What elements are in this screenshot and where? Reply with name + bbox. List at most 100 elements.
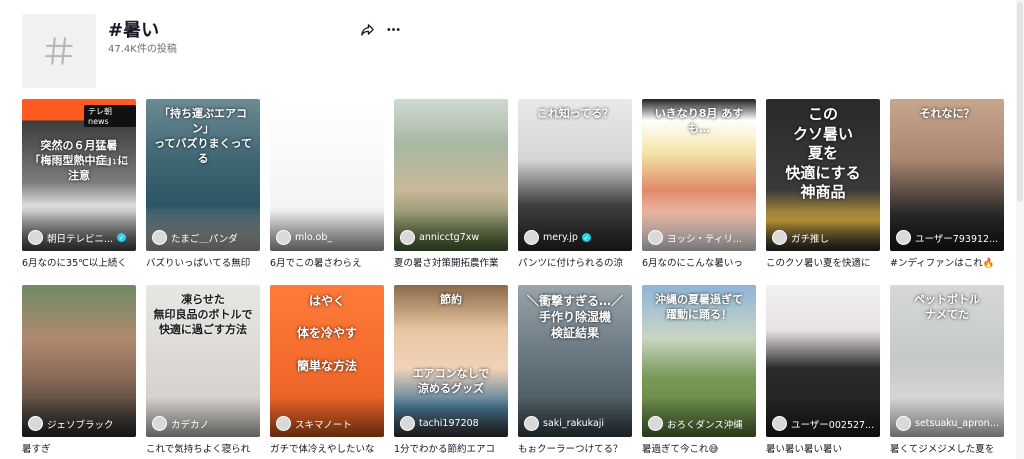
video-caption[interactable]: 6月なのに35℃以上続く (22, 255, 136, 269)
video-thumbnail[interactable]: ユーザー002527... (766, 285, 880, 437)
author-avatar[interactable] (648, 230, 663, 245)
video-caption[interactable]: 暑すぎ (22, 441, 136, 455)
video-thumbnail[interactable]: ペットボトル ナメてた setsuaku_apron_... (890, 285, 1004, 437)
author-info[interactable]: ユーザー002527... (772, 416, 876, 431)
video-thumbnail[interactable]: それなに？ ユーザー793912... (890, 99, 1004, 251)
author-name[interactable]: ユーザー793912... (915, 231, 998, 245)
author-avatar[interactable] (524, 230, 539, 245)
video-thumbnail[interactable]: annicctg7xw (394, 99, 508, 251)
author-info[interactable]: mlo.ob_ (276, 230, 380, 245)
video-thumbnail[interactable]: 「持ち運ぶエアコン」 ってバズりまくってる たまご＿パンダ (146, 99, 260, 251)
author-name[interactable]: 朝日テレビニ... (47, 231, 113, 245)
author-name[interactable]: tachi197208 (419, 418, 479, 429)
author-avatar[interactable] (28, 416, 43, 431)
video-card[interactable]: 凍らせた 無印良品のボトルで 快適に過ごす方法 カデカノこれで気持ちよく寝られ (146, 285, 260, 455)
video-card[interactable]: 「持ち運ぶエアコン」 ってバズりまくってる たまご＿パンダバズりいっぱいてる無印 (146, 99, 260, 269)
author-info[interactable]: tachi197208 (400, 416, 504, 431)
author-avatar[interactable] (28, 230, 43, 245)
author-info[interactable]: ヨッシ・ティリ... (648, 230, 752, 245)
video-caption[interactable]: これで気持ちよく寝られ (146, 441, 260, 455)
author-name[interactable]: ユーザー002527... (791, 417, 874, 431)
author-name[interactable]: ジェソブラック (47, 417, 114, 431)
author-avatar[interactable] (772, 416, 787, 431)
video-card[interactable]: annicctg7xw 夏の暑さ対策開拓農作業 (394, 99, 508, 269)
author-info[interactable]: setsuaku_apron_... (896, 416, 1000, 431)
video-card[interactable]: 節約 エアコンなしで 涼めるグッズ tachi197208 1分でわかる節約エアコ (394, 285, 508, 455)
video-thumbnail[interactable]: ＼衝撃すぎる…／ 手作り除湿機 検証結果 saki_rakukaji (518, 285, 632, 437)
author-name[interactable]: mlo.ob_ (295, 232, 332, 243)
author-avatar[interactable] (276, 416, 291, 431)
video-caption[interactable]: 6月でこの暑さわらえ (270, 255, 384, 269)
video-caption[interactable]: 暑くてジメジメした夏を (890, 441, 1004, 455)
video-card[interactable]: ＼衝撃すぎる…／ 手作り除湿機 検証結果 saki_rakukaji もぉクーラーつ… (518, 285, 632, 455)
author-avatar[interactable] (524, 416, 539, 431)
author-info[interactable]: おろくダンス沖縄 (648, 416, 752, 431)
video-card[interactable]: 沖縄の夏暑過ぎて 躍動に踊る！ おろくダンス沖縄暑過ぎて今これ😅 (642, 285, 756, 455)
video-caption[interactable]: 暑い暑い暑い暑い (766, 441, 880, 455)
author-info[interactable]: たまご＿パンダ (152, 230, 256, 245)
author-avatar[interactable] (400, 416, 415, 431)
video-caption[interactable]: 6月なのにこんな暑いっ (642, 255, 756, 269)
author-info[interactable]: ガチ推し (772, 230, 876, 245)
video-caption[interactable]: ガチで体冷えやしたいな (270, 441, 384, 455)
video-card[interactable]: これ知ってる？ mery.jp ✓ パンツに付けられるの涼 (518, 99, 632, 269)
video-card[interactable]: それなに？ ユーザー793912... #ンディファンはこれ🔥 (890, 99, 1004, 269)
video-card[interactable]: mlo.ob_ 6月でこの暑さわらえ (270, 99, 384, 269)
video-card[interactable]: ジェソブラック暑すぎ (22, 285, 136, 455)
video-caption[interactable]: もぉクーラーつけてる？ (518, 441, 632, 455)
video-thumbnail[interactable]: ジェソブラック (22, 285, 136, 437)
author-avatar[interactable] (896, 416, 911, 431)
author-avatar[interactable] (152, 416, 167, 431)
author-name[interactable]: setsuaku_apron_... (915, 418, 1000, 429)
author-name[interactable]: annicctg7xw (419, 232, 479, 243)
author-name[interactable]: ヨッシ・ティリ... (667, 231, 742, 245)
video-caption[interactable]: 暑過ぎて今これ😅 (642, 441, 756, 455)
video-thumbnail[interactable]: 節約 エアコンなしで 涼めるグッズ tachi197208 (394, 285, 508, 437)
author-name[interactable]: mery.jp (543, 232, 578, 243)
video-thumbnail[interactable]: はやく 体を冷やす 簡単な方法 スキマノート (270, 285, 384, 437)
author-info[interactable]: ジェソブラック (28, 416, 132, 431)
video-thumbnail[interactable]: いきなり8月 あすも… ヨッシ・ティリ... (642, 99, 756, 251)
video-card[interactable]: ペットボトル ナメてた setsuaku_apron_... 暑くてジメジメした夏を (890, 285, 1004, 455)
video-caption[interactable]: パンツに付けられるの涼 (518, 255, 632, 269)
author-name[interactable]: スキマノート (295, 417, 352, 431)
video-caption[interactable]: #ンディファンはこれ🔥 (890, 255, 1004, 269)
author-info[interactable]: annicctg7xw (400, 230, 504, 245)
author-info[interactable]: mery.jp ✓ (524, 230, 628, 245)
author-avatar[interactable] (896, 230, 911, 245)
video-card[interactable]: いきなり8月 あすも… ヨッシ・ティリ... 6月なのにこんな暑いっ (642, 99, 756, 269)
author-name[interactable]: たまご＿パンダ (171, 231, 238, 245)
author-info[interactable]: スキマノート (276, 416, 380, 431)
author-name[interactable]: saki_rakukaji (543, 418, 604, 429)
scrollbar-thumb[interactable] (1017, 2, 1023, 202)
video-caption[interactable]: 1分でわかる節約エアコ (394, 441, 508, 455)
author-name[interactable]: カデカノ (171, 417, 209, 431)
page-scrollbar[interactable] (1016, 0, 1024, 459)
video-thumbnail[interactable]: mlo.ob_ (270, 99, 384, 251)
video-caption[interactable]: このクソ暑い夏を快適に (766, 255, 880, 269)
video-caption[interactable]: バズりいっぱいてる無印 (146, 255, 260, 269)
author-avatar[interactable] (276, 230, 291, 245)
video-thumbnail[interactable]: 凍らせた 無印良品のボトルで 快適に過ごす方法 カデカノ (146, 285, 260, 437)
author-avatar[interactable] (772, 230, 787, 245)
author-name[interactable]: おろくダンス沖縄 (667, 417, 743, 431)
video-card[interactable]: この クソ暑い 夏を 快適にする 神商品 ガチ推しこのクソ暑い夏を快適に (766, 99, 880, 269)
more-options-button[interactable] (384, 20, 402, 38)
video-thumbnail[interactable]: 沖縄の夏暑過ぎて 躍動に踊る！ おろくダンス沖縄 (642, 285, 756, 437)
video-thumbnail[interactable]: この クソ暑い 夏を 快適にする 神商品 ガチ推し (766, 99, 880, 251)
author-info[interactable]: ユーザー793912... (896, 230, 1000, 245)
video-thumbnail[interactable]: これ知ってる？ mery.jp ✓ (518, 99, 632, 251)
video-thumbnail[interactable]: テレ朝news 6月17日 突然の６月猛暑 「梅雨型熱中症」に注意 朝日テレビニ...… (22, 99, 136, 251)
video-caption[interactable]: 夏の暑さ対策開拓農作業 (394, 255, 508, 269)
author-name[interactable]: ガチ推し (791, 231, 829, 245)
video-card[interactable]: はやく 体を冷やす 簡単な方法 スキマノートガチで体冷えやしたいな (270, 285, 384, 455)
video-card[interactable]: ユーザー002527... 暑い暑い暑い暑い (766, 285, 880, 455)
author-avatar[interactable] (152, 230, 167, 245)
author-info[interactable]: カデカノ (152, 416, 256, 431)
author-info[interactable]: saki_rakukaji (524, 416, 628, 431)
author-avatar[interactable] (400, 230, 415, 245)
author-info[interactable]: 朝日テレビニ... ✓ (28, 230, 132, 245)
share-button[interactable] (358, 20, 376, 38)
author-avatar[interactable] (648, 416, 663, 431)
video-card[interactable]: テレ朝news 6月17日 突然の６月猛暑 「梅雨型熱中症」に注意 朝日テレビニ...… (22, 99, 136, 269)
